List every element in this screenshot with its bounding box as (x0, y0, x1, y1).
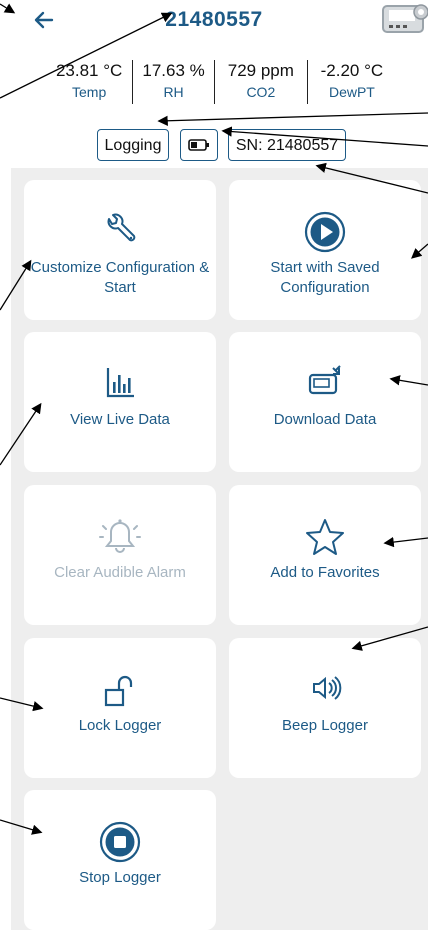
reading-label: RH (163, 84, 184, 100)
tile-label: Add to Favorites (270, 564, 380, 581)
clear-audible-alarm-button: Clear Audible Alarm (24, 485, 216, 625)
device-icon[interactable] (381, 3, 428, 35)
tile-label: Stop Logger (79, 869, 161, 886)
tile-label: Beep Logger (282, 717, 368, 734)
header: 21480557 23.81 °C Temp 17.63 % RH 729 pp… (0, 0, 428, 170)
view-live-data-button[interactable]: View Live Data (24, 332, 216, 472)
tile-label: Download Data (273, 411, 377, 428)
download-data-button[interactable]: Download Data (229, 332, 421, 472)
tile-label: Clear Audible Alarm (54, 564, 186, 581)
tile-label: Customize Configuration & Start (30, 259, 210, 296)
reading-label: CO2 (246, 84, 276, 100)
customize-configuration-button[interactable]: Customize Configuration & Start (24, 180, 216, 320)
reading-temp: 23.81 °C Temp (46, 60, 134, 104)
battery-badge (180, 129, 218, 161)
add-to-favorites-button[interactable]: Add to Favorites (229, 485, 421, 625)
reading-label: Temp (72, 84, 107, 100)
reading-value: 729 ppm (227, 61, 294, 80)
start-saved-configuration-button[interactable]: Start with Saved Configuration (229, 180, 421, 320)
play-icon (229, 210, 421, 256)
reading-dewpt: -2.20 °C DewPT (308, 60, 396, 104)
action-grid: Customize Configuration & Start Start wi… (11, 168, 428, 930)
tile-label: View Live Data (70, 411, 170, 428)
lock-logger-button[interactable]: Lock Logger (24, 638, 216, 778)
stop-icon (24, 820, 216, 866)
reading-rh: 17.63 % RH (133, 60, 215, 104)
logging-status-badge: Logging (97, 129, 169, 161)
reading-label: DewPT (328, 84, 375, 100)
beep-logger-button[interactable]: Beep Logger (229, 638, 421, 778)
status-chips: Logging SN: 21480557 (0, 129, 428, 165)
bar-chart-icon (24, 362, 216, 408)
serial-number-badge: SN: 21480557 (228, 129, 346, 161)
star-icon (229, 515, 421, 561)
speaker-icon (229, 668, 421, 714)
tile-label: Lock Logger (78, 717, 162, 734)
reading-value: 23.81 °C (55, 61, 123, 80)
unlock-icon (24, 668, 216, 714)
wrench-icon (24, 210, 216, 256)
bell-icon (24, 515, 216, 561)
reading-co2: 729 ppm CO2 (215, 60, 308, 104)
tile-label: Start with Saved Configuration (270, 259, 380, 296)
sensor-readings: 23.81 °C Temp 17.63 % RH 729 ppm CO2 -2.… (46, 60, 396, 104)
reading-value: -2.20 °C (320, 61, 384, 80)
stop-logger-button[interactable]: Stop Logger (24, 790, 216, 930)
battery-icon (188, 139, 209, 151)
download-device-icon (229, 362, 421, 408)
page-title: 21480557 (165, 8, 263, 31)
reading-value: 17.63 % (142, 61, 205, 80)
